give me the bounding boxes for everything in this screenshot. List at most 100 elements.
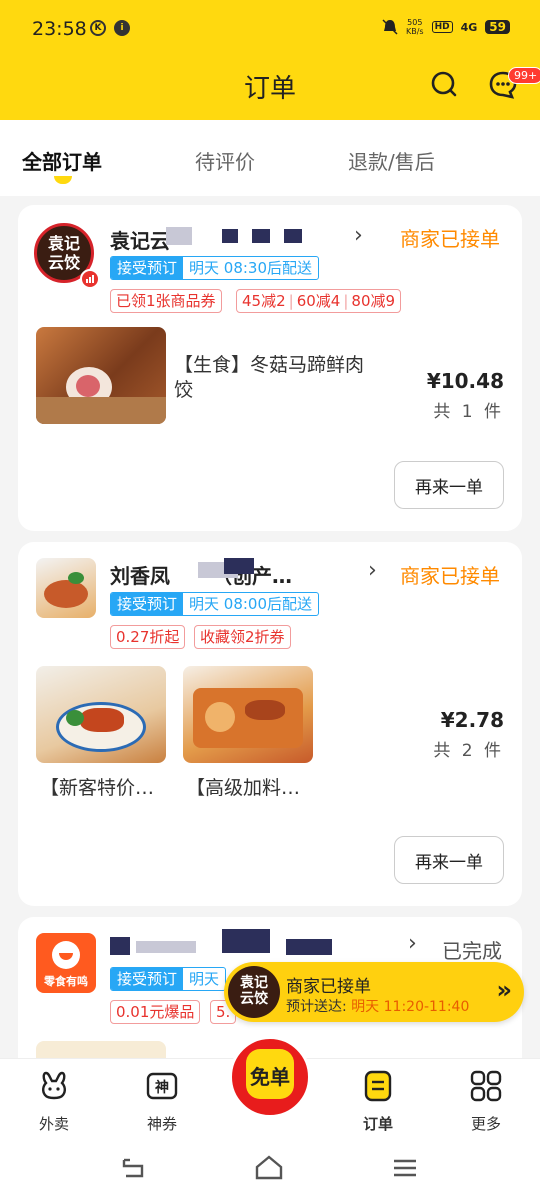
net-speed: 505 KB/s: [406, 18, 424, 36]
info-icon: i: [114, 20, 130, 36]
redacted-block: [224, 558, 254, 574]
slice-shape: [205, 702, 235, 732]
order-progress-banner[interactable]: 袁记 云饺 商家已接单 预计送达: 明天 11:20-11:40 »: [224, 962, 524, 1022]
back-icon[interactable]: [120, 1156, 148, 1180]
shop-logo[interactable]: 零食有鸣: [36, 933, 96, 993]
order-status: 已完成: [442, 939, 502, 963]
search-icon[interactable]: [430, 70, 458, 98]
shop-logo-text: 袁记 云饺: [47, 234, 80, 272]
greens-shape: [68, 572, 84, 584]
banner-title: 商家已接单: [286, 977, 371, 997]
shop-logo[interactable]: [36, 558, 96, 618]
preorder-time: 明天: [189, 970, 220, 988]
tab-to-review[interactable]: 待评价: [195, 146, 255, 175]
order-count: 共 2 件: [433, 741, 504, 761]
preorder-time: 明天 08:30后配送: [189, 259, 313, 277]
status-time: 23:58: [32, 18, 87, 40]
grid-icon: [470, 1070, 502, 1102]
promo-tag: 已领1张商品券: [110, 289, 222, 313]
top-bar: 23:58 K i 505 KB/s HD 4G 59 订单 99+: [0, 0, 540, 120]
slice-shape: [245, 700, 285, 720]
item-name[interactable]: 【生食】冬菇马蹄鲜肉饺: [174, 353, 374, 403]
coupon-icon: 神: [146, 1072, 178, 1100]
promo-tag-group: 45减2 | 60减4 | 80减9: [236, 289, 402, 313]
tab-all-orders[interactable]: 全部订单: [22, 146, 102, 175]
item-name[interactable]: 【新客特价…: [40, 776, 180, 801]
preorder-label: 接受预订: [111, 968, 184, 990]
orders-icon: [364, 1070, 392, 1102]
chevron-right-icon[interactable]: ›: [368, 558, 377, 583]
redacted-block: [222, 929, 270, 953]
dish-shape: [44, 580, 88, 608]
nav-label: 更多: [470, 1115, 501, 1133]
preorder-label: 接受预订: [111, 593, 184, 615]
item-name[interactable]: 【高级加料…: [186, 776, 326, 801]
redacted-block: [166, 227, 192, 245]
shop-logo-text: 零食有鸣: [44, 975, 88, 988]
nav-orders[interactable]: 订单: [338, 1069, 418, 1134]
rabbit-icon: [42, 1071, 66, 1100]
item-thumbnail[interactable]: [183, 666, 313, 763]
banner-shop-logo: 袁记 云饺: [228, 966, 280, 1018]
tab-refund[interactable]: 退款/售后: [348, 146, 435, 175]
home-icon[interactable]: [254, 1154, 284, 1180]
preorder-label: 接受预订: [111, 257, 184, 279]
nav-label: 订单: [362, 1115, 393, 1133]
order-card[interactable]: 刘香凤 （创产… › 商家已接单 接受预订 明天 08:00后配送 0.27折起 …: [18, 542, 522, 906]
chevron-right-icon[interactable]: ›: [354, 223, 363, 248]
preorder-tag: 接受预订 明天 08:00后配送: [110, 592, 320, 616]
battery-icon: 59: [485, 20, 510, 34]
k-icon: K: [90, 20, 106, 36]
redacted-block: [110, 937, 130, 955]
nav-free-order-button[interactable]: 免单: [229, 1036, 311, 1118]
reorder-button[interactable]: 再来一单: [394, 461, 504, 509]
status-indicators: 505 KB/s HD 4G 59: [382, 18, 510, 36]
shop-name-head: 刘香凤: [110, 564, 170, 588]
nav-label: 外卖: [38, 1115, 69, 1133]
order-card[interactable]: 袁记 云饺 袁记云 › 商家已接单 接受预订 明天 08:30后配送 已领1张商品…: [18, 205, 522, 531]
greens-shape: [66, 710, 84, 726]
order-count: 共 1 件: [433, 402, 504, 422]
message-badge: 99+: [508, 67, 540, 84]
promo-tag: 0.01元爆品: [110, 1000, 201, 1024]
menu-icon[interactable]: [392, 1158, 418, 1178]
promo-tag: 45减2: [242, 292, 286, 310]
meat-shape: [80, 708, 124, 732]
nav-coupons[interactable]: 神 神券: [122, 1069, 202, 1134]
filling-shape: [76, 375, 100, 397]
svg-text:神: 神: [155, 1079, 169, 1096]
banner-eta: 预计送达: 明天 11:20-11:40: [286, 996, 469, 1016]
order-price: ¥10.48: [426, 369, 504, 393]
hd-badge: HD: [431, 21, 453, 33]
double-chevron-right-icon[interactable]: »: [496, 976, 512, 1004]
net-speed-value: 505: [407, 18, 423, 27]
order-status: 商家已接单: [400, 227, 500, 251]
order-price: ¥2.78: [440, 708, 504, 732]
nav-more[interactable]: 更多: [446, 1069, 526, 1134]
status-bar: 23:58 K i 505 KB/s HD 4G 59: [0, 0, 540, 58]
redacted-block: [284, 229, 302, 243]
promo-tag: 收藏领2折券: [194, 625, 291, 649]
eta-label: 预计送达:: [286, 999, 347, 1015]
promo-tag: 60减4: [296, 292, 341, 310]
free-order-label: 免单: [250, 1065, 290, 1089]
page-title: 订单: [243, 74, 296, 104]
board-shape: [36, 397, 166, 424]
chevron-right-icon[interactable]: ›: [408, 931, 417, 956]
mute-bell-icon: [382, 19, 398, 35]
item-thumbnail[interactable]: [36, 666, 166, 763]
nav-takeout[interactable]: 外卖: [14, 1069, 94, 1134]
order-status: 商家已接单: [400, 564, 500, 588]
net-speed-unit: KB/s: [405, 27, 424, 36]
shop-name[interactable]: 袁记云: [110, 225, 170, 254]
promo-tag: 0.27折起: [110, 625, 186, 649]
redacted-block: [252, 229, 270, 243]
preorder-time: 明天 08:00后配送: [189, 595, 313, 613]
preorder-tag: 接受预订 明天: [110, 967, 227, 991]
preorder-tag: 接受预订 明天 08:30后配送: [110, 256, 320, 280]
system-nav-bar: [0, 1138, 540, 1200]
eta-time: 11:20-11:40: [383, 999, 470, 1015]
item-thumbnail[interactable]: [36, 327, 166, 424]
nav-label: 神券: [146, 1115, 177, 1133]
reorder-button[interactable]: 再来一单: [394, 836, 504, 884]
